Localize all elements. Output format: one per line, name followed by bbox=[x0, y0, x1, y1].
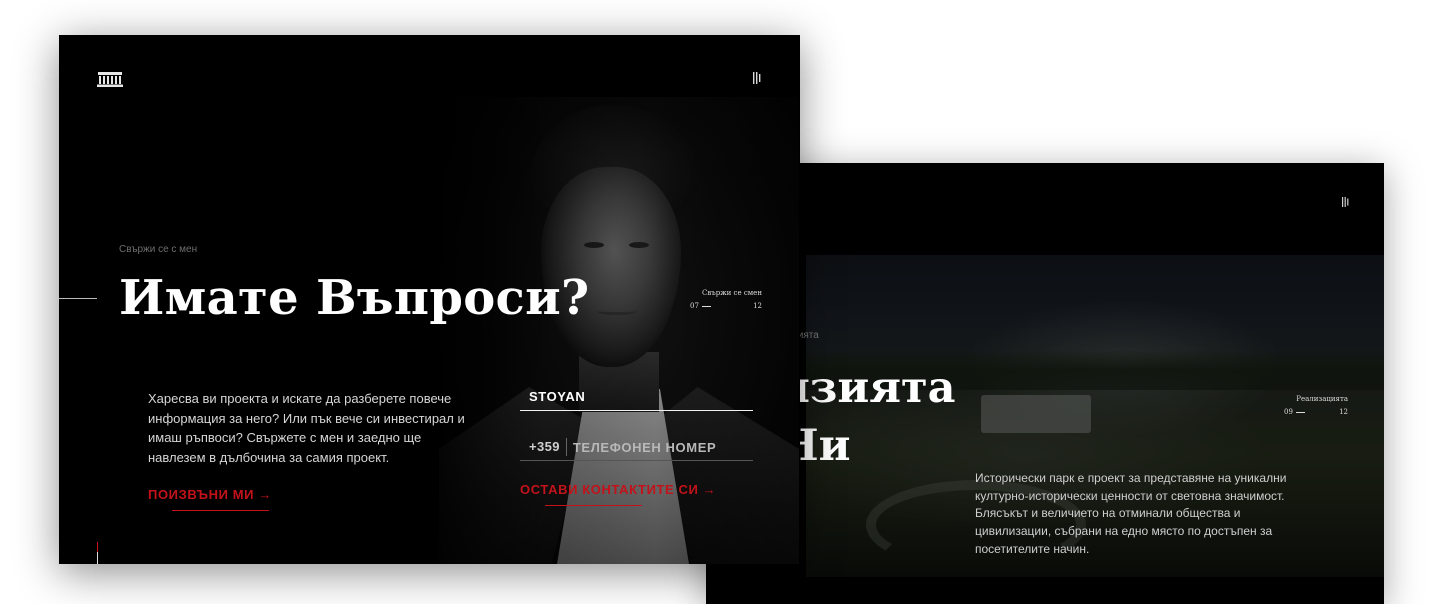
call-me-button[interactable]: ПОИЗВЪНИ МИ → bbox=[148, 487, 272, 502]
submit-contacts-button[interactable]: ОСТАВИ КОНТАКТИТЕ СИ → bbox=[520, 482, 716, 497]
menu-bars-icon[interactable] bbox=[1342, 197, 1350, 207]
name-input[interactable] bbox=[520, 382, 753, 410]
building-logo-icon[interactable] bbox=[97, 72, 123, 87]
contact-card: Свържи се с мен Имате Въпроси? Свържи се… bbox=[59, 35, 800, 564]
name-field[interactable] bbox=[520, 382, 753, 411]
call-underline bbox=[172, 510, 269, 511]
menu-bars-icon[interactable] bbox=[753, 72, 762, 84]
project-card: циятa изиятa Ни Реализацията 09 12 Истор… bbox=[706, 163, 1384, 604]
section-title: изиятa Ни bbox=[778, 363, 956, 471]
phone-field[interactable]: +359 bbox=[520, 434, 753, 461]
slide-counter: Свържи се смен 07 12 bbox=[690, 289, 762, 310]
contact-description: Харесва ви проекта и искате да разберете… bbox=[148, 391, 465, 465]
page-title: Имате Въпроси? bbox=[119, 270, 590, 326]
title-rule bbox=[59, 298, 97, 299]
submit-underline bbox=[545, 505, 642, 506]
scroll-indicator bbox=[97, 542, 98, 564]
phone-input[interactable] bbox=[566, 439, 753, 455]
project-description: Исторически парк е проект за представяне… bbox=[975, 471, 1287, 556]
section-kicker: Свържи се с мен bbox=[119, 244, 198, 255]
phone-prefix: +359 bbox=[520, 438, 567, 456]
slide-counter: Реализацията 09 12 bbox=[1284, 395, 1348, 416]
